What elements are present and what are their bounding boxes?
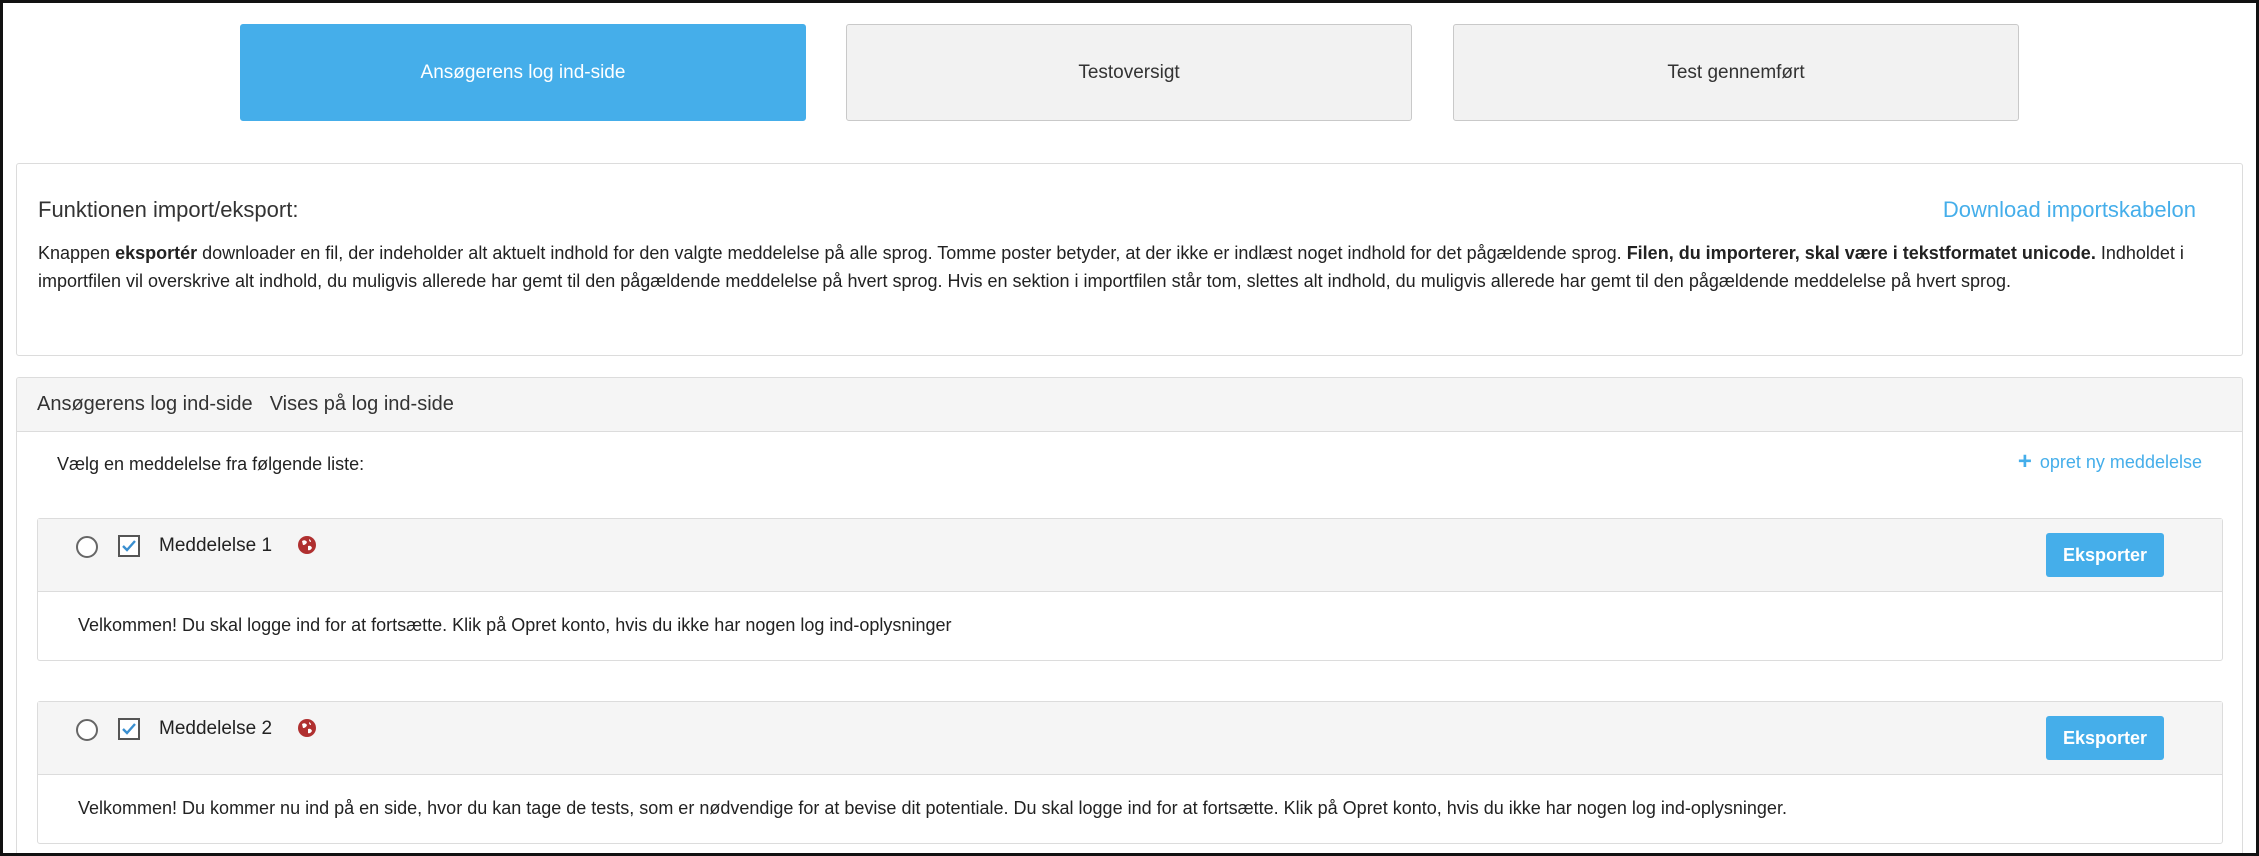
- panel-subtitle: Vises på log ind-side: [269, 393, 454, 415]
- info-description: Knappen eksportér downloader en fil, der…: [38, 239, 2208, 295]
- check-icon: [122, 723, 136, 735]
- export-button[interactable]: Eksporter: [2046, 533, 2164, 577]
- message-label: Meddelelse 2: [159, 718, 273, 739]
- messages-panel: Ansøgerens log ind-side Vises på log ind…: [16, 377, 2243, 853]
- new-message-label: opret ny meddelelse: [2039, 451, 2202, 472]
- panel-title: Ansøgerens log ind-side: [37, 393, 253, 415]
- message-card-header: Meddelelse 1 Eksporter: [38, 519, 2222, 592]
- globe-icon: [298, 719, 316, 737]
- info-text-bold: eksportér: [115, 243, 198, 263]
- message-active-checkbox[interactable]: [118, 535, 140, 557]
- import-export-info-panel: Funktionen import/eksport: Download impo…: [16, 163, 2243, 356]
- message-select-radio[interactable]: [76, 536, 98, 558]
- message-card-header: Meddelelse 2 Eksporter: [38, 702, 2222, 775]
- message-card: Meddelelse 1 Eksporter Velkommen! Du ska…: [37, 518, 2223, 661]
- export-button[interactable]: Eksporter: [2046, 716, 2164, 760]
- tab-applicant-login-page[interactable]: Ansøgerens log ind-side: [240, 24, 806, 121]
- message-label: Meddelelse 1: [159, 535, 273, 556]
- message-text: Velkommen! Du kommer nu ind på en side, …: [78, 798, 1787, 818]
- message-text: Velkommen! Du skal logge ind for at fort…: [78, 615, 952, 635]
- app-frame: Ansøgerens log ind-side Testoversigt Tes…: [0, 0, 2259, 856]
- tab-test-overview[interactable]: Testoversigt: [846, 24, 1412, 121]
- message-active-checkbox[interactable]: [118, 718, 140, 740]
- message-card: Meddelelse 2 Eksporter Velkommen! Du kom…: [37, 701, 2223, 844]
- download-template-link[interactable]: Download importskabelon: [1943, 197, 2196, 223]
- info-text-bold: Filen, du importerer, skal være i tekstf…: [1626, 243, 2096, 263]
- new-message-button[interactable]: + opret ny meddelelse: [2018, 450, 2202, 474]
- message-select-radio[interactable]: [76, 719, 98, 741]
- check-icon: [122, 540, 136, 552]
- info-text-part: Knappen: [38, 243, 116, 263]
- info-title: Funktionen import/eksport:: [38, 197, 299, 222]
- tab-bar: Ansøgerens log ind-side Testoversigt Tes…: [3, 3, 2256, 133]
- messages-panel-header: Ansøgerens log ind-side Vises på log ind…: [17, 378, 2242, 432]
- globe-icon: [298, 536, 316, 554]
- info-text-part: downloader en fil, der indeholder alt ak…: [197, 243, 1627, 263]
- choose-message-label: Vælg en meddelelse fra følgende liste:: [57, 454, 365, 474]
- tab-test-completed[interactable]: Test gennemført: [1453, 24, 2019, 121]
- plus-icon: +: [2017, 448, 2032, 475]
